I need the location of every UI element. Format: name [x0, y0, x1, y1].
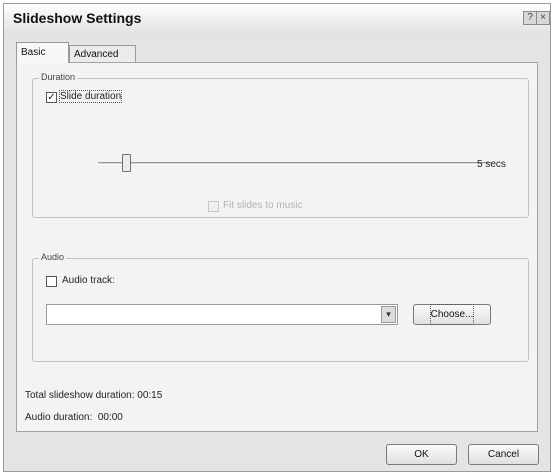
- choose-button-label: Choose...: [429, 304, 475, 325]
- tab-basic[interactable]: Basic: [16, 42, 69, 63]
- audio-group-legend: Audio: [39, 252, 67, 262]
- audio-duration: Audio duration: 00:00: [25, 412, 123, 423]
- ok-button-label: OK: [414, 449, 429, 460]
- duration-group: Duration ✓ Slide duration 5 secs Fit sli…: [32, 72, 529, 218]
- total-slideshow-duration: Total slideshow duration: 00:15: [25, 390, 163, 401]
- fit-to-music-checkbox[interactable]: [208, 201, 219, 212]
- choose-button[interactable]: Choose...: [413, 304, 491, 325]
- fit-to-music-label: Fit slides to music: [223, 200, 303, 211]
- audio-track-select[interactable]: ▾: [46, 304, 398, 325]
- slide-duration-value: 5 secs: [477, 159, 506, 170]
- ok-button[interactable]: OK: [386, 444, 457, 465]
- slide-duration-slider-thumb[interactable]: [122, 154, 131, 172]
- cancel-button-label: Cancel: [487, 449, 520, 460]
- slide-duration-label[interactable]: Slide duration: [58, 90, 123, 103]
- audio-track-checkbox[interactable]: [46, 276, 57, 287]
- cancel-button[interactable]: Cancel: [468, 444, 539, 465]
- audio-track-label: Audio track:: [62, 275, 115, 286]
- chevron-down-icon[interactable]: ▾: [381, 306, 396, 323]
- help-icon[interactable]: ?: [523, 11, 537, 25]
- slide-duration-checkbox[interactable]: ✓: [46, 92, 57, 103]
- tab-advanced[interactable]: Advanced: [69, 45, 136, 62]
- dialog-title: Slideshow Settings: [13, 10, 142, 26]
- title-bar[interactable]: Slideshow Settings ? ×: [4, 4, 550, 34]
- duration-group-legend: Duration: [39, 72, 78, 82]
- basic-tab-panel: Duration ✓ Slide duration 5 secs Fit sli…: [16, 62, 538, 432]
- close-icon[interactable]: ×: [536, 11, 550, 25]
- slideshow-settings-dialog: Slideshow Settings ? × Basic Advanced Du…: [3, 3, 551, 472]
- slide-duration-slider-track[interactable]: [98, 162, 491, 165]
- audio-group: Audio Audio track: ▾ Choose...: [32, 252, 529, 362]
- checkmark-icon: ✓: [47, 92, 56, 103]
